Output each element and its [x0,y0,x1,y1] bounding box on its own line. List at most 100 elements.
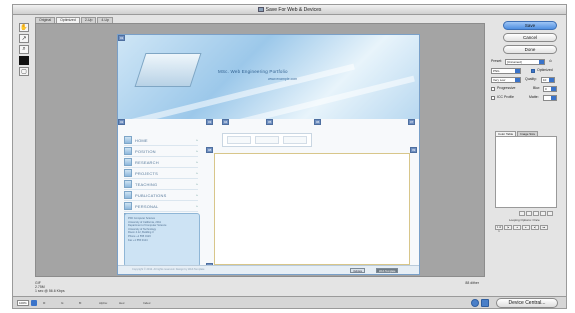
previous-frame-icon[interactable]: ◂ [513,225,521,230]
optimized-checkbox[interactable] [531,69,535,73]
banner-title: MSc. Web Engineering Portfolio [218,69,288,74]
nav-label: PERSONAL [135,203,159,209]
color-table[interactable] [495,136,557,208]
preset-menu-icon[interactable]: ⊙ [549,59,552,64]
blur-label: Blur: [533,86,541,90]
optimization-info: GIF 2.75M 1 sec @ 56.6 Kbps 88 dither [35,281,485,293]
slice-badge[interactable]: 01 [118,35,126,41]
nav-projects-icon [124,169,132,177]
first-frame-icon[interactable]: |◂ [504,225,512,230]
eyedropper-color-icon[interactable] [19,56,29,65]
format-select[interactable]: PNG [491,68,521,74]
header-cell [227,136,251,144]
header-cell [255,136,279,144]
nav-arrow-icon: ▸ [196,160,198,164]
quality-label: Quality: [525,77,537,81]
slice-badge[interactable]: 03 [206,119,214,125]
bottom-bar: 100% R: G: B: Alpha: Hex: Index: Device … [13,296,566,308]
main-content-area [214,153,410,265]
quality-input[interactable]: 10 [541,77,555,83]
zoom-tool-icon[interactable]: ⌕ [19,45,29,54]
slice-badge[interactable]: 08 [206,147,214,153]
slice-select-tool-icon[interactable]: ↗ [19,34,29,43]
quality-preset-select[interactable]: Very Low [491,77,521,83]
last-frame-icon[interactable]: ▸▸ [540,225,548,230]
page-nav: HOME ▸ POSITION ▸ RESEARCH ▸ PROJECTS ▸ TEAC… [124,135,198,223]
nav-item-position[interactable]: POSITION ▸ [124,146,198,157]
progressive-label: Progressive [497,86,516,90]
preview-canvas[interactable]: MSc. Web Engineering Portfolio www.examp… [35,23,485,277]
web-shift-icon[interactable] [526,211,532,216]
chevron-down-icon [551,87,556,91]
icc-profile-label: ICC Profile [497,95,514,99]
settings-panel: Save Cancel Done Preset: [Unnamed] ⊙ PNG… [489,19,567,297]
nav-label: TEACHING [135,181,158,187]
laptop-illustration [134,53,202,87]
chevron-down-icon [515,69,520,73]
nav-position-icon [124,147,132,155]
animation-controls: 1 of 1 |◂ ◂ ▸ ▸| ▸▸ [495,225,548,233]
delete-color-icon[interactable] [547,211,553,216]
icc-profile-checkbox[interactable] [491,96,495,100]
nav-arrow-icon: ▸ [196,204,198,208]
browser-menu-icon[interactable] [481,299,489,307]
hand-tool-icon[interactable]: ✋ [19,23,29,32]
nav-item-publications[interactable]: PUBLICATIONS ▸ [124,190,198,201]
slice-badge[interactable]: 06 [314,119,322,125]
nav-teaching-icon [124,180,132,188]
red-readout: R: [43,301,46,305]
chevron-down-icon [551,96,556,100]
optimized-label: Optimized [537,68,553,72]
chevron-down-icon [539,60,544,64]
quality-value: 10 [543,78,547,82]
slice-badge[interactable]: 09 [410,147,418,153]
slice-badge[interactable]: 04 [222,119,230,125]
nav-item-projects[interactable]: PROJECTS ▸ [124,168,198,179]
info-line: Fax +1 555 0124 [128,238,148,242]
cancel-button[interactable]: Cancel [503,33,557,42]
lock-color-icon[interactable] [533,211,539,216]
page-banner: MSc. Web Engineering Portfolio www.examp… [118,35,419,119]
progressive-checkbox[interactable] [491,87,495,91]
play-icon[interactable]: ▸ [522,225,530,230]
window-icon [257,7,264,13]
slice-badge[interactable]: 02 [118,119,126,125]
banner-subtitle: www.example.com [268,77,298,81]
blur-value: 0 [545,87,547,91]
nav-item-personal[interactable]: PERSONAL ▸ [124,201,198,212]
nav-arrow-icon: ▸ [196,138,198,142]
looping-options: Looping Options: Once [509,218,540,222]
preview-in-browser-icon[interactable] [471,299,479,307]
contact-info-box: PhD Computer Science University of Calif… [124,213,200,267]
slice-badge[interactable]: 07 [408,119,416,125]
done-button[interactable]: Done [503,45,557,54]
title-bar: Save For Web & Devices [13,5,566,15]
preset-label: Preset: [491,59,503,63]
next-frame-icon[interactable]: ▸| [531,225,539,230]
content-header-area [222,133,312,147]
nav-label: RESEARCH [135,159,159,165]
looping-value[interactable]: Once [533,218,540,222]
device-central-button[interactable]: Device Central... [496,298,558,308]
blur-input[interactable]: 0 [543,86,557,92]
zoom-chevron-icon[interactable] [31,300,37,306]
header-cell [283,136,307,144]
map-color-icon[interactable] [519,211,525,216]
footer-template-button[interactable]: Web Template [376,268,399,273]
preset-select[interactable]: [Unnamed] [505,59,545,65]
slice-badge[interactable]: 05 [266,119,274,125]
nav-item-home[interactable]: HOME ▸ [124,135,198,146]
matte-select[interactable] [543,95,557,101]
nav-arrow-icon: ▸ [196,171,198,175]
nav-item-research[interactable]: RESEARCH ▸ [124,157,198,168]
new-color-icon[interactable] [540,211,546,216]
zoom-level-field[interactable]: 100% [17,300,29,306]
save-button[interactable]: Save [503,21,557,30]
footer-validate-button[interactable]: Validate [350,268,366,273]
nav-personal-icon [124,202,132,210]
looping-label: Looping Options: [509,218,532,222]
nav-item-teaching[interactable]: TEACHING ▸ [124,179,198,190]
blue-readout: B: [79,301,82,305]
toggle-slices-icon[interactable]: ▢ [19,67,29,76]
preset-value: [Unnamed] [507,60,522,64]
